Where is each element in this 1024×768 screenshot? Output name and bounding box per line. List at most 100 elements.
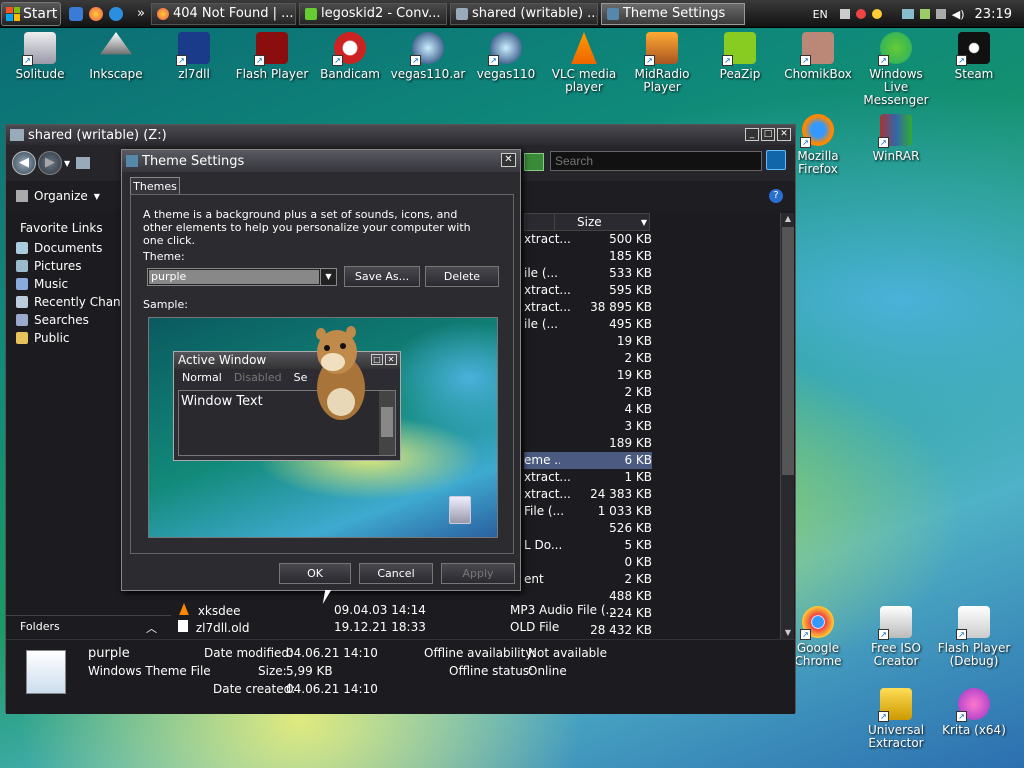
file-size-cell[interactable]: 6 KB (560, 452, 652, 469)
scroll-up-icon[interactable]: ▲ (781, 213, 795, 225)
forward-button[interactable]: ▶ (38, 151, 62, 175)
firefox-icon[interactable] (89, 6, 103, 21)
desktop-icon-krita[interactable]: ↗ Krita (x64) (934, 688, 1014, 737)
save-as-button[interactable]: Save As... (344, 266, 420, 287)
desktop-icon-flash-debug[interactable]: ↗ Flash Player (Debug) (934, 606, 1014, 668)
file-list-scrollbar[interactable]: ▲ ▼ (780, 213, 794, 639)
file-type-cell[interactable]: xtract... (524, 486, 572, 503)
history-dropdown-icon[interactable]: ▼ (64, 159, 70, 168)
start-button[interactable]: Start (1, 1, 61, 26)
file-type-cell[interactable]: L Do... (524, 537, 572, 554)
file-size-cell[interactable]: 2 KB (574, 384, 652, 401)
chevron-down-icon[interactable]: ▼ (320, 269, 336, 285)
file-size-cell[interactable]: 533 KB (574, 265, 652, 282)
desktop-icon-winrar[interactable]: ↗ WinRAR (856, 114, 936, 163)
dialog-titlebar[interactable]: Theme Settings (122, 150, 520, 172)
desktop-icon-vegas110[interactable]: ↗ vegas110 (466, 32, 546, 81)
file-size-cell[interactable]: 4 KB (574, 401, 652, 418)
file-type-cell[interactable]: xtract... (524, 469, 572, 486)
network-icon[interactable] (901, 9, 914, 19)
file-size-cell[interactable]: 19 KB (574, 367, 652, 384)
file-type-cell[interactable] (524, 367, 572, 384)
desktop-icon-flash-player[interactable]: ↗ Flash Player (232, 32, 312, 81)
file-type-cell[interactable]: ile (... (524, 265, 572, 282)
column-header-size[interactable]: Size ▼ (554, 213, 650, 231)
file-row-xksdee[interactable]: xksdee 09.04.03 14:14 MP3 Audio File (..… (178, 603, 617, 618)
search-input[interactable] (550, 151, 762, 171)
taskbar-button-theme-settings[interactable]: Theme Settings (600, 2, 745, 25)
file-size-cell[interactable]: 28 432 KB (574, 622, 652, 639)
cancel-button[interactable]: Cancel (359, 563, 433, 584)
desktop-icon-vlc[interactable]: VLC media player (544, 32, 624, 94)
desktop-icon-messenger[interactable]: ↗ Windows Live Messenger (856, 32, 936, 107)
messenger-tray-icon[interactable] (871, 9, 882, 19)
scrollbar-thumb[interactable] (782, 227, 794, 475)
desktop-icon-steam[interactable]: ↗ Steam (934, 32, 1014, 81)
desktop-icon-bandicam[interactable]: ↗ Bandicam (310, 32, 390, 81)
search-button[interactable] (766, 150, 786, 170)
taskbar-button-firefox[interactable]: 404 Not Found | ... (150, 2, 296, 25)
file-row-zl7dll-old[interactable]: zl7dll.old 19.12.21 18:33 OLD File (178, 620, 559, 635)
taskbar-button-converter[interactable]: legoskid2 - Conv... (298, 2, 447, 25)
help-icon[interactable]: ? (769, 189, 783, 203)
file-size-cell[interactable]: 185 KB (574, 248, 652, 265)
file-size-cell[interactable]: 500 KB (574, 231, 652, 248)
file-type-cell[interactable] (524, 520, 572, 537)
taskbar-button-explorer[interactable]: shared (writable) ... (449, 2, 598, 25)
file-size-cell[interactable]: 1 033 KB (574, 503, 652, 520)
desktop-icon-peazip[interactable]: ↗ PeaZip (700, 32, 780, 81)
file-size-cell[interactable]: 495 KB (574, 316, 652, 333)
file-size-cell[interactable]: 24 383 KB (574, 486, 652, 503)
desktop-icon-chomikbox[interactable]: ↗ ChomikBox (778, 32, 858, 81)
volume-icon[interactable]: ◀) (952, 8, 965, 21)
back-button[interactable]: ◀ (12, 151, 36, 175)
desktop-icon-midradio[interactable]: ↗ MidRadio Player (622, 32, 702, 94)
close-button[interactable]: ✕ (777, 128, 791, 141)
desktop-icon-vegas110-ar[interactable]: ↗ vegas110.ar (388, 32, 468, 81)
theme-select[interactable]: purple ▼ (147, 268, 337, 286)
file-type-cell[interactable] (524, 248, 572, 265)
file-type-cell[interactable]: xtract... (524, 282, 572, 299)
clock[interactable]: 23:19 (975, 7, 1012, 22)
dialog-close-button[interactable]: ✕ (501, 153, 516, 167)
delete-button[interactable]: Delete (425, 266, 499, 287)
file-type-cell[interactable]: xtract... (524, 231, 572, 248)
taskbar-expand-icon[interactable]: » (137, 6, 145, 21)
file-size-cell[interactable]: 5 KB (574, 537, 652, 554)
apply-button[interactable]: Apply (441, 563, 515, 584)
file-size-cell[interactable]: 2 KB (574, 571, 652, 588)
file-type-cell[interactable] (524, 401, 572, 418)
file-type-cell[interactable]: ile (... (524, 316, 572, 333)
file-type-cell[interactable]: File (... (524, 503, 572, 520)
file-size-cell[interactable]: 2 KB (574, 350, 652, 367)
file-type-cell[interactable] (524, 418, 572, 435)
display-icon[interactable] (935, 9, 946, 19)
file-size-cell[interactable]: 189 KB (574, 435, 652, 452)
desktop-icon-universal-extractor[interactable]: ↗ Universal Extractor (856, 688, 936, 750)
file-type-cell[interactable] (524, 384, 572, 401)
tray-icon-a[interactable] (839, 9, 850, 19)
internet-explorer-icon[interactable] (109, 6, 123, 21)
shield-icon[interactable] (855, 9, 866, 19)
refresh-button[interactable] (524, 153, 544, 171)
file-size-cell[interactable]: 38 895 KB (574, 299, 652, 316)
desktop-icon-free-iso[interactable]: ↗ Free ISO Creator (856, 606, 936, 668)
file-size-cell[interactable]: 526 KB (574, 520, 652, 537)
language-indicator[interactable]: EN (813, 8, 828, 21)
folders-toggle[interactable]: Folders ︿ (6, 615, 171, 635)
organize-button[interactable]: Organize ▼ (16, 189, 100, 203)
explorer-titlebar[interactable]: shared (writable) (Z:) (6, 125, 795, 145)
file-type-cell[interactable] (524, 350, 572, 367)
file-size-cell[interactable]: 0 KB (574, 554, 652, 571)
desktop-icon-zl7dll[interactable]: ↗ zl7dll (154, 32, 234, 81)
desktop-icon-inkscape[interactable]: Inkscape (76, 32, 156, 81)
file-type-cell[interactable] (524, 554, 572, 571)
ok-button[interactable]: OK (279, 563, 351, 584)
minimize-button[interactable]: _ (745, 128, 759, 141)
file-size-cell[interactable]: 595 KB (574, 282, 652, 299)
scroll-down-icon[interactable]: ▼ (781, 627, 795, 639)
desktop-icon-solitude[interactable]: ↗ Solitude (0, 32, 80, 81)
safely-remove-icon[interactable] (919, 9, 930, 19)
file-type-cell[interactable] (524, 333, 572, 350)
tab-themes[interactable]: Themes (130, 177, 180, 195)
